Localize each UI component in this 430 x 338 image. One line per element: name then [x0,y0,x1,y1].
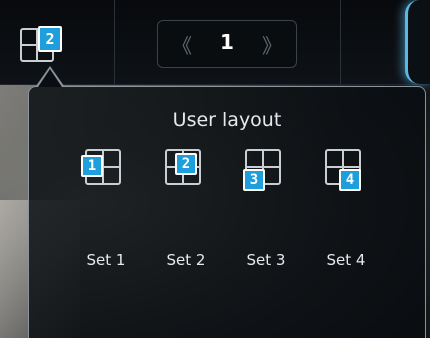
layout-set-1[interactable]: 1 Set 1 [73,149,139,289]
double-chevron-right-icon[interactable]: 》 [262,30,282,59]
popup-title: User layout [172,109,282,131]
side-panel-edge [405,0,430,84]
set-label: Set 1 [86,251,126,269]
set-badge: 2 [175,153,197,175]
layout-set-2[interactable]: 2 Set 2 [153,149,219,289]
layout-selector-button[interactable]: 2 [14,18,64,70]
popup-pointer-fill [38,69,62,87]
layout-set-4[interactable]: 4 Set 4 [313,149,379,289]
layout-set-3[interactable]: 3 Set 3 [233,149,299,289]
page-navigator: 《 1 》 [157,20,297,68]
set-badge: 3 [243,169,265,191]
set-label: Set 3 [246,251,286,269]
set-label: Set 4 [326,251,366,269]
top-toolbar: 2 《 1 》 [0,0,430,85]
toolbar-divider [340,0,341,84]
user-layout-popup: User layout 1 Set 1 2 Set 2 3 Set 3 4 Se… [28,86,426,338]
set-badge: 1 [81,155,103,177]
set-label: Set 2 [166,251,206,269]
layout-badge: 2 [38,26,62,52]
set-badge: 4 [339,169,361,191]
app-screen: 2 《 1 》 User layout 1 Set 1 2 Set 2 3 Se… [0,0,430,338]
toolbar-divider [114,0,115,84]
